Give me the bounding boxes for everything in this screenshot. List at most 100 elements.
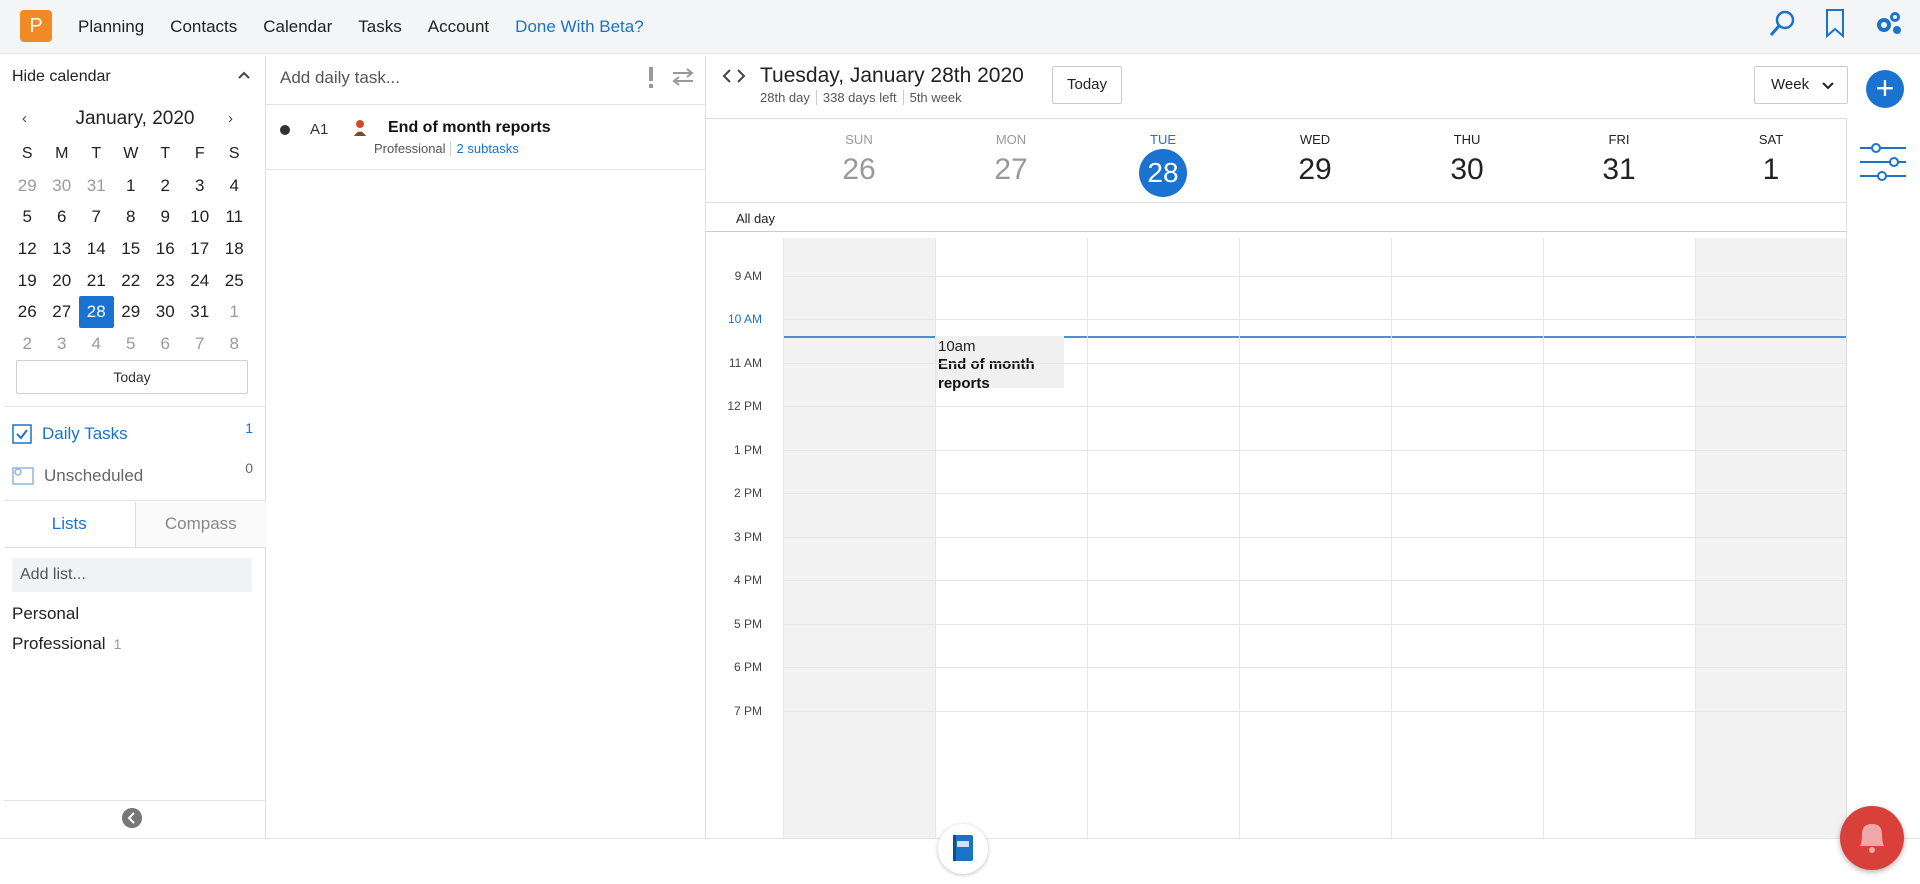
calendar-day[interactable]: 1	[217, 296, 252, 328]
calendar-day[interactable]: 21	[79, 265, 114, 297]
calendar-day[interactable]: 26	[10, 296, 45, 328]
day-header-thu[interactable]: THU 30	[1391, 126, 1543, 198]
calendar-today-button[interactable]: Today	[1052, 66, 1122, 104]
task-status-bullet[interactable]	[280, 125, 290, 135]
nav-account[interactable]: Account	[428, 17, 489, 37]
list-item-professional[interactable]: Professional 1	[12, 634, 121, 654]
mini-calendar-today-button[interactable]: Today	[16, 360, 248, 394]
calendar-day[interactable]: 30	[45, 170, 80, 202]
checkbox-icon	[12, 424, 32, 444]
time-grid[interactable]: 10am End of month reports 8 AM 9 AM 10 AM 1…	[706, 238, 1846, 838]
calendar-day[interactable]: 15	[114, 233, 149, 265]
calendar-day[interactable]: 24	[183, 265, 218, 297]
notes-button[interactable]	[938, 824, 988, 874]
calendar-day[interactable]: 16	[148, 233, 183, 265]
calendar-day[interactable]: 6	[45, 201, 80, 233]
nav-contacts[interactable]: Contacts	[170, 17, 237, 37]
calendar-day[interactable]: 4	[79, 328, 114, 360]
hour-line	[783, 319, 1846, 320]
calendar-day[interactable]: 1	[114, 170, 149, 202]
calendar-day[interactable]: 30	[148, 296, 183, 328]
prev-next-chevron-icon[interactable]	[722, 68, 746, 84]
nav-planning[interactable]: Planning	[78, 17, 144, 37]
calendar-day[interactable]: 29	[10, 170, 45, 202]
calendar-day[interactable]: 22	[114, 265, 149, 297]
calendar-day[interactable]: 13	[45, 233, 80, 265]
calendar-day[interactable]: 2	[10, 328, 45, 360]
calendar-day[interactable]: 2	[148, 170, 183, 202]
calendar-day[interactable]: 19	[10, 265, 45, 297]
day-number: 26	[842, 153, 876, 186]
calendar-day[interactable]: 10	[183, 201, 218, 233]
day-header-sun[interactable]: SUN 26	[783, 126, 935, 198]
day-name: TUE	[1150, 132, 1176, 147]
search-icon[interactable]	[1768, 8, 1798, 38]
calendar-day[interactable]: 11	[217, 201, 252, 233]
swap-icon[interactable]	[671, 67, 695, 87]
calendar-day[interactable]: 5	[114, 328, 149, 360]
task-row[interactable]: A1 End of month reports Professional 2 su…	[266, 104, 706, 170]
calendar-day[interactable]: 3	[45, 328, 80, 360]
calendar-day[interactable]: 3	[183, 170, 218, 202]
weekday-label: S	[21, 145, 33, 162]
day-header-tue[interactable]: TUE 28	[1087, 126, 1239, 198]
calendar-day[interactable]: 14	[79, 233, 114, 265]
calendar-day[interactable]: 31	[183, 296, 218, 328]
tab-compass[interactable]: Compass	[135, 502, 266, 547]
day-header-wed[interactable]: WED 29	[1239, 126, 1391, 198]
collapse-sidebar-icon[interactable]	[122, 808, 142, 828]
nav-calendar[interactable]: Calendar	[263, 17, 332, 37]
calendar-day[interactable]: 31	[79, 170, 114, 202]
sidebar-tabs: Lists Compass	[4, 502, 266, 548]
nav-tasks[interactable]: Tasks	[358, 17, 401, 37]
day-header-fri[interactable]: FRI 31	[1543, 126, 1695, 198]
next-month-button[interactable]: ›	[228, 110, 233, 127]
calendar-day[interactable]: 8	[114, 201, 149, 233]
calendar-day[interactable]: 12	[10, 233, 45, 265]
hour-label: 7 PM	[733, 703, 762, 718]
priority-icon[interactable]	[647, 66, 655, 88]
hour-line	[783, 580, 1846, 581]
view-select[interactable]: Week	[1754, 66, 1848, 104]
calendar-day[interactable]: 4	[217, 170, 252, 202]
day-name: MON	[995, 132, 1027, 147]
chevron-up-icon[interactable]	[237, 70, 251, 80]
calendar-day[interactable]: 9	[148, 201, 183, 233]
unscheduled-item[interactable]: Unscheduled	[12, 466, 143, 486]
list-item-personal[interactable]: Personal	[12, 604, 79, 624]
bookmark-icon[interactable]	[1824, 8, 1846, 38]
notifications-button[interactable]	[1840, 806, 1904, 870]
calendar-day[interactable]: 18	[217, 233, 252, 265]
calendar-day[interactable]: 23	[148, 265, 183, 297]
day-header-sat[interactable]: SAT 1	[1695, 126, 1847, 198]
main-nav: Planning Contacts Calendar Tasks Account…	[78, 0, 670, 54]
hour-line	[783, 623, 1846, 625]
add-list-input[interactable]: Add list...	[12, 558, 252, 592]
nav-done-with-beta[interactable]: Done With Beta?	[515, 17, 644, 37]
top-bar: P Planning Contacts Calendar Tasks Accou…	[0, 0, 1920, 54]
calendar-day[interactable]: 8	[217, 328, 252, 360]
calendar-day[interactable]: 27	[45, 296, 80, 328]
task-subtasks-link[interactable]: 2 subtasks	[449, 141, 519, 156]
gear-icon[interactable]	[1872, 8, 1904, 38]
hide-calendar-toggle[interactable]: Hide calendar	[12, 68, 111, 86]
calendar-day[interactable]: 29	[114, 296, 149, 328]
calendar-day[interactable]: 7	[183, 328, 218, 360]
calendar-day[interactable]: 7	[79, 201, 114, 233]
add-daily-task-input[interactable]: Add daily task...	[280, 68, 400, 88]
day-header-mon[interactable]: MON 27	[935, 126, 1087, 198]
calendar-day[interactable]: 6	[148, 328, 183, 360]
daily-tasks-item[interactable]: Daily Tasks	[12, 424, 128, 444]
all-day-row[interactable]: All day	[706, 202, 1846, 232]
filter-sliders-icon[interactable]	[1860, 142, 1906, 186]
add-event-button[interactable]: +	[1866, 70, 1904, 108]
tab-lists[interactable]: Lists	[4, 502, 136, 547]
calendar-day[interactable]: 28	[79, 296, 114, 329]
day-number: 30	[1450, 153, 1484, 186]
task-title[interactable]: End of month reports	[388, 119, 551, 137]
calendar-day[interactable]: 25	[217, 265, 252, 297]
calendar-day[interactable]: 5	[10, 201, 45, 233]
calendar-day[interactable]: 20	[45, 265, 80, 297]
calendar-day[interactable]: 17	[183, 233, 218, 265]
app-logo[interactable]: P	[20, 10, 52, 42]
